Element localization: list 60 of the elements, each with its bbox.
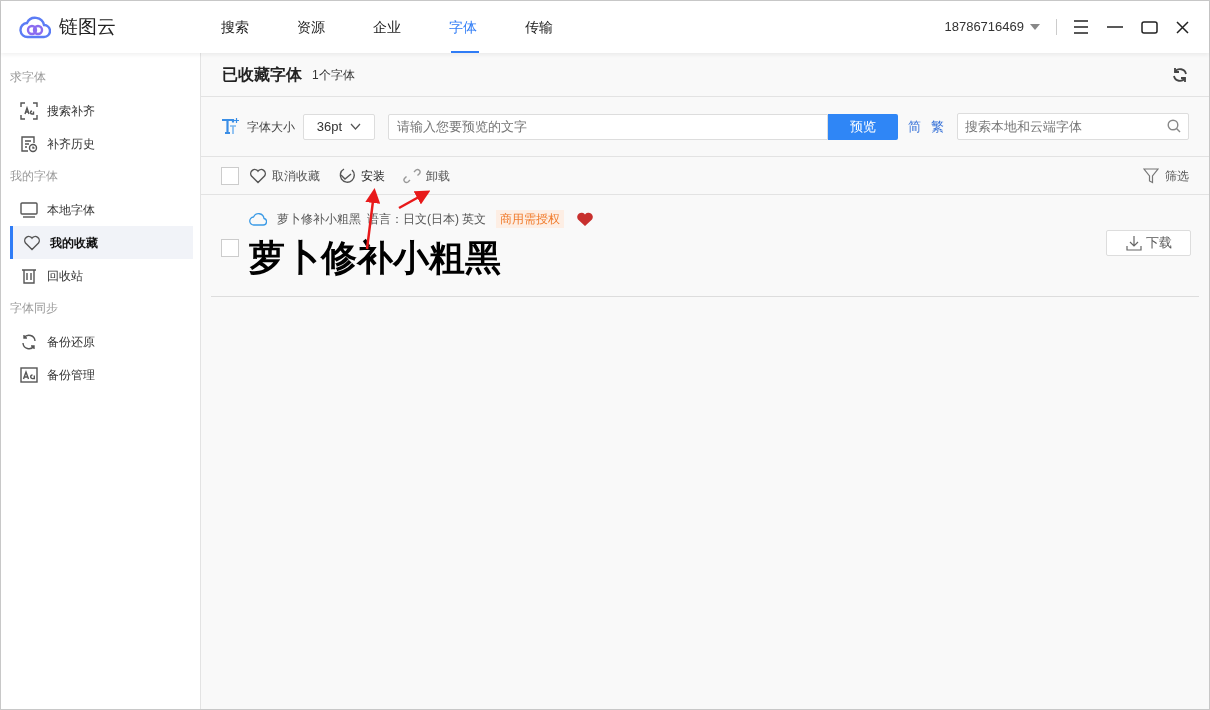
preview-text-field[interactable]: 请输入您要预览的文字 [388, 113, 828, 140]
select-all-checkbox[interactable] [221, 166, 239, 185]
nav-tab[interactable]: 传输 [501, 1, 577, 53]
document-clock-icon [20, 134, 38, 153]
text-box-icon [20, 365, 38, 384]
menu-icon[interactable] [1073, 20, 1089, 34]
preview-button[interactable]: 预览 [828, 113, 898, 140]
nav-tab[interactable]: 企业 [349, 1, 425, 53]
sidebar-item[interactable]: 搜索补齐 [10, 94, 193, 127]
nav-tab[interactable]: 资源 [273, 1, 349, 53]
license-tag: 商用需授权 [496, 210, 565, 228]
sidebar-heading: 我的字体 [9, 168, 59, 185]
sync-icon [20, 332, 38, 351]
refresh-icon[interactable] [1172, 66, 1188, 83]
monitor-icon [20, 200, 38, 219]
cloud-logo-icon [19, 15, 51, 39]
sidebar-heading: 求字体 [9, 69, 47, 86]
sidebar-item[interactable]: 备份管理 [10, 358, 193, 391]
caret-icon [1030, 24, 1040, 30]
traditional-link[interactable]: 繁 [931, 116, 944, 137]
close-icon[interactable] [1176, 20, 1189, 34]
app-name: 链图云 [59, 14, 116, 39]
filter-icon [1143, 167, 1159, 184]
text-scan-icon [20, 101, 38, 120]
annotation-arrow [398, 190, 431, 210]
cloud-icon [249, 212, 267, 226]
action-button[interactable]: 取消收藏 [249, 166, 320, 185]
font-name: 萝卜修补小粗黑 [277, 211, 361, 228]
heart-icon [23, 233, 41, 252]
page-title: 已收藏字体 [222, 64, 302, 85]
account-dropdown[interactable]: 18786716469 [944, 17, 1040, 37]
nav-tab[interactable]: 字体 [425, 1, 501, 53]
heart-icon[interactable] [576, 211, 595, 227]
font-sample-text: 萝卜修补小粗黑 [249, 236, 502, 280]
font-search-field[interactable]: 搜索本地和云端字体 [957, 113, 1189, 140]
font-size-label: 字体大小 [247, 118, 295, 136]
sidebar-item[interactable]: 备份还原 [10, 325, 193, 358]
sidebar-item[interactable]: 我的收藏 [10, 226, 193, 259]
nav-tab[interactable]: 搜索 [197, 1, 273, 53]
search-icon [1167, 119, 1181, 133]
filter-button[interactable]: 筛选 [1143, 166, 1189, 185]
chevron-down-icon [350, 123, 362, 130]
download-icon [1125, 235, 1142, 251]
heart-icon [249, 166, 267, 185]
link-icon [403, 166, 421, 185]
sidebar-heading: 字体同步 [9, 300, 59, 317]
action-button[interactable]: 安装 [338, 166, 385, 185]
font-checkbox[interactable] [221, 239, 239, 257]
font-size-dropdown[interactable]: 36pt [303, 113, 375, 140]
install-icon [338, 166, 356, 185]
sidebar-item[interactable]: 补齐历史 [10, 127, 193, 160]
font-size-icon [221, 116, 241, 137]
sidebar-item[interactable]: 回收站 [10, 259, 193, 292]
font-count: 1个字体 [312, 66, 355, 84]
download-button[interactable]: 下载 [1106, 230, 1191, 256]
trash-icon [20, 266, 38, 285]
action-button[interactable]: 卸载 [403, 166, 450, 185]
maximize-icon[interactable] [1141, 20, 1158, 34]
simplified-link[interactable]: 简 [908, 116, 921, 137]
sidebar-item[interactable]: 本地字体 [10, 193, 193, 226]
